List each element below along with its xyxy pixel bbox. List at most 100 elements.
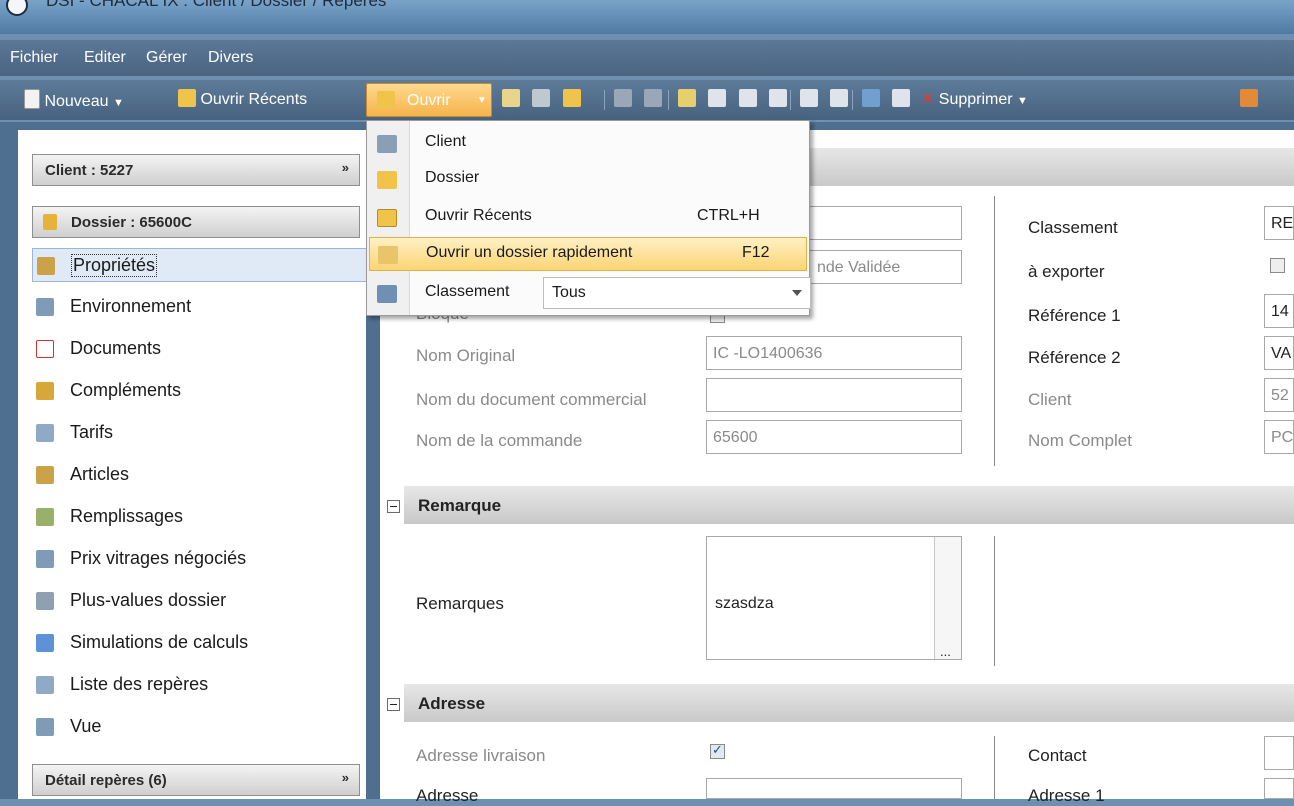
nom-original-label: Nom Original [416, 346, 516, 365]
reference1-field[interactable]: 14 [1264, 294, 1294, 328]
toolbar-separator [852, 90, 853, 110]
chevron-double-icon[interactable]: » [342, 770, 349, 785]
save-icon[interactable] [614, 89, 632, 107]
dossier-header-label: Dossier : 65600C [71, 214, 192, 231]
duplicate-icon[interactable] [830, 89, 849, 107]
folder-open-icon [377, 91, 395, 109]
sidebar-item-plus-values[interactable]: Plus-values dossier [32, 584, 372, 618]
open-button-label: Ouvrir [407, 92, 451, 109]
adresse-livraison-checkbox[interactable] [710, 742, 725, 759]
menu-gerer[interactable]: Gérer [146, 49, 187, 67]
sidebar-item-simulations[interactable]: Simulations de calculs [32, 626, 372, 660]
menu-item-shortcut: F12 [742, 244, 770, 261]
toolbar-extra [1240, 89, 1258, 111]
paste-icon[interactable] [738, 89, 757, 107]
client-header-label: Client : 5227 [45, 162, 134, 179]
sidebar-item-vue[interactable]: Vue [32, 710, 372, 744]
sidebar-item-label: Propriétés [71, 254, 158, 277]
remarques-field[interactable]: szasdza ... [706, 536, 962, 660]
sidebar-item-liste-reperes[interactable]: Liste des repères [32, 668, 372, 702]
toolbar-edit-group [678, 89, 788, 111]
contact-field[interactable] [1264, 736, 1294, 770]
section-title-remarque: Remarque [418, 496, 502, 515]
left-panel: Client : 5227 » Dossier : 65600C Proprié… [18, 130, 372, 799]
sidebar-item-remplissages[interactable]: Remplissages [32, 500, 372, 534]
sidebar-item-tarifs[interactable]: Tarifs [32, 416, 372, 450]
sidebar-item-environnement[interactable]: Environnement [32, 290, 372, 324]
sidebar-item-label: Compléments [70, 380, 182, 400]
adresse-livraison-label: Adresse livraison [416, 746, 546, 765]
folder-recent-icon [178, 89, 196, 107]
toolbar-insert-group [800, 89, 849, 111]
exporter-label: à exporter [1028, 262, 1105, 281]
collapse-remarque-toggle[interactable] [387, 500, 400, 513]
client-label: Client [1028, 390, 1072, 409]
menu-editer[interactable]: Editer [84, 49, 126, 67]
menu-item-label: Ouvrir Récents [425, 207, 532, 224]
client-header[interactable]: Client : 5227 » [32, 154, 360, 186]
exporter-checkbox[interactable] [1270, 258, 1285, 273]
menu-item-dossier[interactable]: Dossier [369, 163, 807, 197]
export-icon[interactable] [1240, 89, 1258, 107]
menu-item-classement: Classement [369, 277, 539, 311]
menu-item-client[interactable]: Client [369, 127, 807, 161]
save-all-icon[interactable] [644, 89, 663, 107]
client-field[interactable]: 52 [1264, 378, 1294, 412]
sidebar-item-label: Remplissages [70, 506, 184, 526]
list-icon [36, 676, 54, 694]
adresse1-field[interactable] [1264, 778, 1294, 799]
detail-header-label: Détail repères (6) [45, 772, 167, 789]
sort-list-icon [377, 285, 397, 303]
collapse-adresse-toggle[interactable] [387, 698, 400, 711]
new-button[interactable]: Nouveau ▼ [24, 89, 124, 111]
menu-item-ouvrir-recents[interactable]: Ouvrir Récents CTRL+H [369, 201, 807, 235]
cut-icon[interactable] [678, 89, 696, 107]
chevron-down-icon [792, 290, 802, 296]
sidebar-item-prix-vitrages[interactable]: Prix vitrages négociés [32, 542, 372, 576]
title-bar: DSI - CHACAL IX : Client / Dossier / Rep… [0, 0, 1294, 34]
menu-item-label: Dossier [425, 169, 480, 186]
calculator-icon[interactable] [862, 89, 880, 107]
nom-doc-field[interactable] [706, 378, 962, 412]
menu-fichier[interactable]: Fichier [10, 49, 58, 67]
folder-new-icon[interactable] [562, 89, 581, 107]
app-icon [6, 0, 28, 16]
toolbar: Nouveau ▼ Ouvrir Récents ✕ Supprimer ▼ [0, 80, 1294, 120]
menu-item-shortcut: CTRL+H [697, 207, 760, 224]
adresse-field[interactable] [706, 778, 962, 799]
reference2-label: Référence 2 [1028, 348, 1121, 367]
chevron-down-icon: ▼ [477, 95, 487, 106]
more-button[interactable]: ... [940, 644, 951, 659]
chevron-double-icon[interactable]: » [342, 160, 349, 175]
reference2-field[interactable]: VA [1264, 336, 1294, 370]
folder-tree-icon[interactable] [502, 89, 520, 107]
menu-divers[interactable]: Divers [208, 49, 253, 67]
list-icon[interactable] [769, 89, 788, 107]
copy-icon[interactable] [708, 89, 727, 107]
section-header-adresse: Adresse [404, 684, 1294, 722]
sidebar-item-proprietes[interactable]: Propriétés [32, 248, 372, 282]
classement-field[interactable]: RE [1264, 206, 1294, 240]
sidebar-item-label: Vue [70, 716, 102, 736]
delete-button[interactable]: ✕ Supprimer ▼ [862, 89, 1028, 111]
print-icon[interactable] [892, 89, 911, 107]
refresh-icon[interactable] [532, 89, 551, 107]
sidebar-item-label: Prix vitrages négociés [70, 548, 247, 568]
sidebar-item-articles[interactable]: Articles [32, 458, 372, 492]
nom-original-field[interactable]: IC -LO1400636 [706, 336, 962, 370]
open-recent-button[interactable]: Ouvrir Récents [178, 89, 307, 111]
classement-combo[interactable]: Tous [543, 277, 811, 309]
insert-icon[interactable] [800, 89, 818, 107]
detail-header[interactable]: Détail repères (6) » [32, 764, 360, 796]
nom-commande-label: Nom de la commande [416, 431, 583, 450]
remarques-scrollbar[interactable]: ... [934, 537, 961, 659]
nom-complet-field[interactable]: PC [1264, 420, 1294, 454]
menu-item-ouvrir-rapidement[interactable]: Ouvrir un dossier rapidement F12 [369, 237, 807, 271]
dossier-header[interactable]: Dossier : 65600C [32, 206, 360, 238]
sidebar-item-complements[interactable]: Compléments [32, 374, 372, 408]
nom-commande-field[interactable]: 65600 [706, 420, 962, 454]
view-icon [36, 718, 54, 736]
lock-icon [43, 214, 57, 230]
open-button[interactable]: Ouvrir ▼ [366, 83, 492, 117]
sidebar-item-documents[interactable]: Documents [32, 332, 372, 366]
